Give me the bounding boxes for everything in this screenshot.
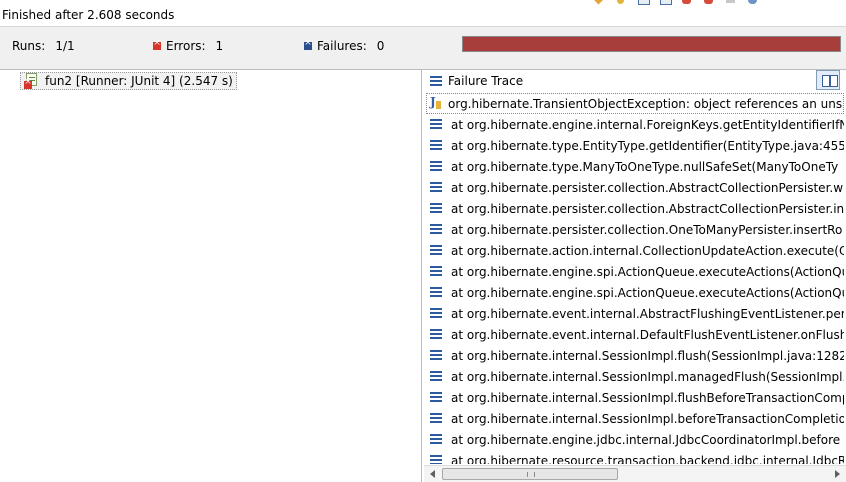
history-icon[interactable] xyxy=(746,0,760,6)
runs-value: 1/1 xyxy=(55,39,75,53)
stack-frame-icon xyxy=(430,224,442,235)
scroll-left-icon[interactable] xyxy=(430,470,435,478)
stack-frame-icon xyxy=(430,329,442,340)
exception-message-row[interactable]: Jorg.hibernate.TransientObjectException:… xyxy=(426,93,844,114)
stack-frame-icon xyxy=(430,182,442,193)
stack-frame-icon xyxy=(430,455,442,464)
failures-value: 0 xyxy=(376,39,385,53)
stack-frame-row[interactable]: at org.hibernate.internal.SessionImpl.ma… xyxy=(426,366,844,387)
failure-trace-panel: Failure Trace Jorg.hibernate.TransientOb… xyxy=(424,70,846,482)
errors-value: 1 xyxy=(215,39,224,53)
failures-counter: Failures: 0 xyxy=(304,38,385,53)
trace-line-text: at org.hibernate.internal.SessionImpl.be… xyxy=(451,411,844,426)
stack-frame-icon xyxy=(430,119,442,130)
trace-line-text: at org.hibernate.internal.SessionImpl.ma… xyxy=(451,369,844,384)
stack-frame-icon xyxy=(430,245,442,256)
scroll-lock-icon[interactable] xyxy=(636,0,650,6)
stack-frame-row[interactable]: at org.hibernate.internal.SessionImpl.fl… xyxy=(426,345,844,366)
trace-line-text: at org.hibernate.engine.jdbc.internal.Jd… xyxy=(451,432,841,447)
stack-frame-row[interactable]: at org.hibernate.engine.internal.Foreign… xyxy=(426,114,844,135)
trace-line-text: at org.hibernate.resource.transaction.ba… xyxy=(451,453,844,465)
trace-line-text: at org.hibernate.action.internal.Collect… xyxy=(451,243,844,258)
stack-frame-row[interactable]: at org.hibernate.type.EntityType.getIden… xyxy=(426,135,844,156)
trace-line-text: at org.hibernate.type.ManyToOneType.null… xyxy=(451,159,839,174)
scroll-right-icon[interactable] xyxy=(835,470,840,478)
stack-frame-icon xyxy=(430,308,442,319)
rerun-icon[interactable] xyxy=(680,0,694,6)
stack-frame-row[interactable]: at org.hibernate.type.ManyToOneType.null… xyxy=(426,156,844,177)
stack-frame-row[interactable]: at org.hibernate.resource.transaction.ba… xyxy=(426,450,844,464)
test-error-icon xyxy=(24,73,40,89)
trace-line-text: at org.hibernate.persister.collection.Ab… xyxy=(451,180,844,195)
stack-frame-row[interactable]: at org.hibernate.engine.spi.ActionQueue.… xyxy=(426,261,844,282)
tree-item-fun2[interactable]: fun2 [Runner: JUnit 4] (2.547 s) xyxy=(20,72,237,90)
stack-frame-icon xyxy=(430,350,442,361)
trace-line-text: at org.hibernate.persister.collection.Ab… xyxy=(451,201,844,216)
trace-line-text: at org.hibernate.engine.internal.Foreign… xyxy=(451,117,844,132)
stack-frame-icon xyxy=(430,203,442,214)
stack-frame-icon xyxy=(430,392,442,403)
stack-frame-icon xyxy=(430,371,442,382)
progress-fill xyxy=(463,37,840,51)
stack-frame-icon xyxy=(430,413,442,424)
stack-frame-row[interactable]: at org.hibernate.engine.jdbc.internal.Jd… xyxy=(426,429,844,450)
failure-icon xyxy=(304,38,312,50)
stack-frame-icon xyxy=(430,140,442,151)
counters-bar: Runs: 1/1 Errors: 1 Failures: 0 xyxy=(0,26,846,70)
trace-line-text: at org.hibernate.persister.collection.On… xyxy=(451,222,843,237)
stack-frame-row[interactable]: at org.hibernate.event.internal.DefaultF… xyxy=(426,324,844,345)
trace-line-text: at org.hibernate.type.EntityType.getIden… xyxy=(451,138,844,153)
stop-icon[interactable] xyxy=(724,0,738,6)
rerun-failed-icon[interactable] xyxy=(702,0,716,6)
stack-frame-row[interactable]: at org.hibernate.internal.SessionImpl.be… xyxy=(426,408,844,429)
trace-line-text: at org.hibernate.internal.SessionImpl.fl… xyxy=(451,348,844,363)
stack-frame-row[interactable]: at org.hibernate.engine.spi.ActionQueue.… xyxy=(426,282,844,303)
stack-frame-row[interactable]: at org.hibernate.action.internal.Collect… xyxy=(426,240,844,261)
trace-line-text: at org.hibernate.internal.SessionImpl.fl… xyxy=(451,390,844,405)
horizontal-scrollbar[interactable] xyxy=(424,465,846,482)
tree-item-label: fun2 [Runner: JUnit 4] (2.547 s) xyxy=(45,74,233,88)
compare-results-button[interactable] xyxy=(816,70,840,90)
failures-label: Failures: xyxy=(317,39,367,53)
previous-failure-icon[interactable] xyxy=(614,0,628,6)
stack-frame-icon xyxy=(430,266,442,277)
stack-frame-row[interactable]: at org.hibernate.persister.collection.Ab… xyxy=(426,198,844,219)
failure-trace-header: Failure Trace xyxy=(424,70,846,92)
exception-icon: J xyxy=(429,95,443,111)
stack-frame-icon xyxy=(430,287,442,298)
next-failure-icon[interactable] xyxy=(592,0,606,6)
runs-label: Runs: xyxy=(12,39,46,53)
stack-trace-list: Jorg.hibernate.TransientObjectException:… xyxy=(426,93,844,464)
scrollbar-thumb[interactable] xyxy=(442,468,618,480)
failures-only-icon[interactable] xyxy=(658,0,672,6)
status-message: Finished after 2.608 seconds xyxy=(2,8,175,22)
errors-counter: Errors: 1 xyxy=(153,38,224,53)
trace-line-text: at org.hibernate.engine.spi.ActionQueue.… xyxy=(451,285,844,300)
progress-bar xyxy=(462,36,841,52)
trace-line-text: at org.hibernate.engine.spi.ActionQueue.… xyxy=(451,264,844,279)
trace-line-text: at org.hibernate.event.internal.DefaultF… xyxy=(451,327,844,342)
toolbar-icons xyxy=(592,0,768,6)
test-tree: fun2 [Runner: JUnit 4] (2.547 s) xyxy=(0,70,422,482)
runs-counter: Runs: 1/1 xyxy=(12,39,75,53)
stack-frame-icon xyxy=(430,434,442,445)
trace-line-text: at org.hibernate.event.internal.Abstract… xyxy=(451,306,844,321)
stack-frame-row[interactable]: at org.hibernate.event.internal.Abstract… xyxy=(426,303,844,324)
trace-line-text: org.hibernate.TransientObjectException: … xyxy=(448,96,844,111)
stack-frame-row[interactable]: at org.hibernate.persister.collection.On… xyxy=(426,219,844,240)
error-icon xyxy=(153,38,161,50)
junit-toolbar: Finished after 2.608 seconds xyxy=(0,0,846,26)
stack-frame-row[interactable]: at org.hibernate.internal.SessionImpl.fl… xyxy=(426,387,844,408)
stack-frame-row[interactable]: at org.hibernate.persister.collection.Ab… xyxy=(426,177,844,198)
errors-label: Errors: xyxy=(166,39,206,53)
stack-frame-icon xyxy=(430,161,442,172)
failure-trace-title: Failure Trace xyxy=(448,74,524,88)
stack-trace-icon xyxy=(430,75,442,87)
